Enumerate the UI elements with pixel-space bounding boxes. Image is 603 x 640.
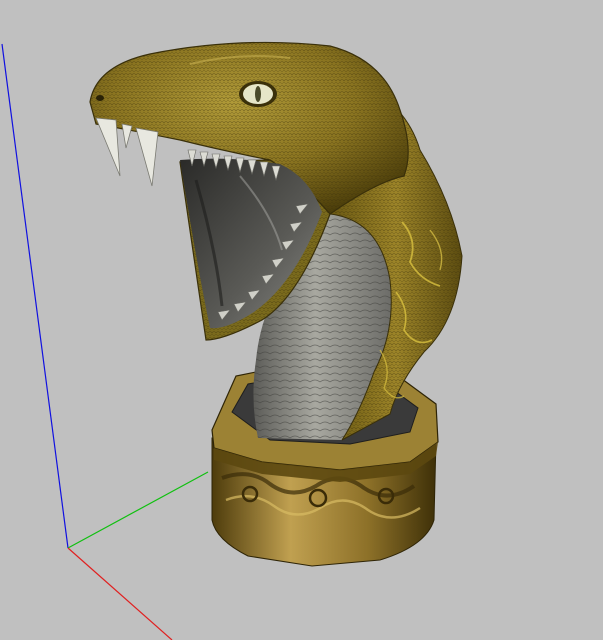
fang-middle	[121, 123, 133, 149]
fang-front	[95, 117, 121, 177]
eye	[239, 81, 277, 107]
3d-viewport[interactable]	[0, 0, 603, 640]
viewport-canvas	[1, 41, 463, 640]
y-axis-line	[67, 471, 209, 549]
z-axis-line	[1, 43, 69, 549]
fang-rear	[135, 127, 159, 187]
x-axis-line	[67, 547, 173, 640]
